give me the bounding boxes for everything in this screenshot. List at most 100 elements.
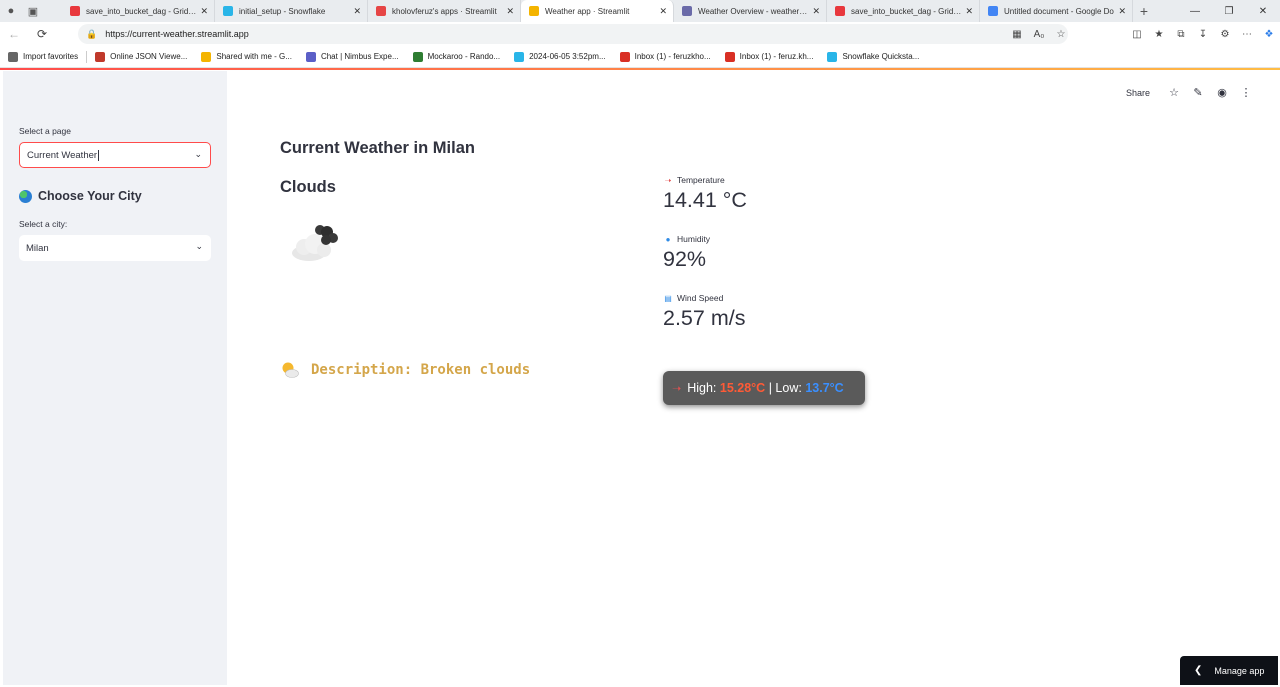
high-low-separator: |	[768, 381, 772, 395]
browser-tools: ◫ ★ ⧉ ↧ ⚙ ⋯ ❖	[1126, 22, 1280, 46]
split-screen-icon[interactable]: ◫	[1126, 22, 1148, 46]
manage-app-button[interactable]: ❮ Manage app	[1180, 656, 1278, 685]
close-tab-icon[interactable]: ✕	[659, 6, 667, 17]
bookmark-label: Inbox (1) - feruz.kh...	[739, 52, 814, 61]
low-value: 13.7°C	[805, 381, 844, 395]
reader-view-icon[interactable]: ▦	[1006, 22, 1028, 46]
close-tab-icon[interactable]: ✕	[506, 6, 514, 17]
app-sidebar: Select a page Current Weather ⌄ Choose Y…	[3, 71, 227, 685]
share-button[interactable]: Share	[1126, 88, 1150, 98]
page-select[interactable]: Current Weather ⌄	[19, 142, 211, 168]
browser-tab[interactable]: Weather Overview - weather_sc ✕	[674, 0, 827, 22]
snowflake-icon	[827, 51, 838, 62]
url-field[interactable]: 🔒 https://current-weather.streamlit.app	[78, 24, 1068, 44]
json-icon	[95, 51, 106, 62]
favorites-icon[interactable]: ★	[1148, 22, 1170, 46]
browser-tab[interactable]: save_into_bucket_dag - Grid - V ✕	[827, 0, 980, 22]
close-tab-icon[interactable]: ✕	[353, 6, 361, 17]
address-bar: ← ⟳ 🔒 https://current-weather.streamlit.…	[0, 22, 1280, 46]
high-value: 15.28°C	[719, 381, 766, 395]
browser-tab[interactable]: Untitled document - Google Do ✕	[980, 0, 1133, 22]
bookmark-item[interactable]: 2024-06-05 3:52pm...	[514, 51, 606, 62]
new-tab-icon[interactable]: +	[1133, 0, 1155, 22]
back-icon[interactable]: ←	[0, 22, 28, 46]
humidity-value: 92%	[663, 247, 707, 271]
text-cursor	[98, 149, 100, 161]
main-menu-icon[interactable]: ⋮	[1234, 86, 1258, 99]
description-text: Description: Broken clouds	[311, 362, 531, 378]
close-tab-icon[interactable]: ✕	[965, 6, 973, 17]
star-icon[interactable]: ☆	[1162, 86, 1186, 99]
browser-tab-bar: ● ▣ save_into_bucket_dag - Grid - A ✕ init…	[0, 0, 1280, 22]
chevron-down-icon[interactable]: ⌄	[194, 149, 202, 160]
wind-icon: ▤	[664, 293, 672, 303]
bookmark-label: Shared with me - G...	[216, 52, 292, 61]
downloads-icon[interactable]: ↧	[1192, 22, 1214, 46]
restore-icon[interactable]: ❐	[1212, 0, 1246, 22]
bookmark-item[interactable]: Snowflake Quicksta...	[827, 51, 919, 62]
browser-tab[interactable]: save_into_bucket_dag - Grid - A ✕	[62, 0, 215, 22]
edit-icon[interactable]: ✎	[1186, 86, 1210, 99]
minimize-icon[interactable]: —	[1178, 0, 1212, 22]
refresh-icon[interactable]: ⟳	[28, 22, 56, 46]
window-controls: — ❐ ✕	[1178, 0, 1280, 22]
bookmark-label: Mockaroo - Rando...	[427, 52, 501, 61]
bookmark-separator	[86, 50, 88, 63]
weather-condition: Clouds	[280, 178, 336, 196]
bookmark-item[interactable]: Mockaroo - Rando...	[412, 51, 501, 62]
wind-value: 2.57 m/s	[663, 306, 746, 330]
bookmark-label: Inbox (1) - feruzkho...	[634, 52, 711, 61]
read-aloud-icon[interactable]: A₀	[1028, 22, 1050, 46]
wind-label: Wind Speed	[677, 293, 724, 303]
city-select-label: Select a city:	[19, 219, 68, 229]
bookmark-item[interactable]: Inbox (1) - feruzkho...	[619, 51, 711, 62]
gmail-icon	[724, 51, 735, 62]
close-tab-icon[interactable]: ✕	[812, 6, 820, 17]
app-main: Share ☆ ✎ ◉ ⋮ Current Weather in Milan C…	[227, 71, 1280, 685]
tab-title: save_into_bucket_dag - Grid - V	[851, 6, 962, 16]
favorite-star-icon[interactable]: ☆	[1050, 22, 1072, 46]
import-icon	[8, 51, 18, 62]
bookmark-item[interactable]: Chat | Nimbus Expe...	[305, 51, 399, 62]
github-icon[interactable]: ◉	[1210, 86, 1234, 99]
more-menu-icon[interactable]: ⋯	[1236, 22, 1258, 46]
close-tab-icon[interactable]: ✕	[200, 6, 208, 17]
globe-icon	[19, 189, 32, 203]
browser-tab[interactable]: Weather app · Streamlit ✕	[521, 0, 674, 22]
chevron-down-icon[interactable]: ⌄	[195, 241, 203, 252]
wind-metric: ▤ Wind Speed 2.57 m/s	[663, 293, 745, 331]
low-label: Low:	[775, 381, 802, 395]
bookmark-item[interactable]: Inbox (1) - feruz.kh...	[724, 51, 814, 62]
browser-tab[interactable]: kholovferuz's apps · Streamlit ✕	[368, 0, 521, 22]
lock-icon: 🔒	[86, 28, 98, 39]
bookmark-label: Chat | Nimbus Expe...	[320, 52, 399, 61]
tab-actions-icon[interactable]: ▣	[22, 0, 44, 22]
profile-icon[interactable]: ●	[0, 0, 22, 22]
sun-behind-cloud-icon	[282, 362, 299, 378]
chevron-left-icon: ❮	[1194, 665, 1203, 676]
extensions-icon[interactable]: ⚙	[1214, 22, 1236, 46]
high-label: High:	[687, 381, 717, 395]
close-tab-icon[interactable]: ✕	[1118, 6, 1126, 17]
browser-tab[interactable]: initial_setup - Snowflake ✕	[215, 0, 368, 22]
page-select-value: Current Weather	[27, 149, 98, 161]
mockaroo-icon	[412, 51, 423, 62]
bookmark-item[interactable]: Shared with me - G...	[201, 51, 292, 62]
page-select-label: Select a page	[19, 126, 71, 136]
docs-icon	[988, 6, 998, 16]
thermometer-icon: ➝	[664, 175, 672, 185]
city-select[interactable]: Milan ⌄	[19, 235, 211, 261]
drive-icon	[201, 51, 212, 62]
copilot-icon[interactable]: ❖	[1258, 22, 1280, 46]
collections-icon[interactable]: ⧉	[1170, 22, 1192, 46]
bookmark-item[interactable]: Import favorites	[8, 51, 78, 62]
bookmark-item[interactable]: Online JSON Viewe...	[95, 51, 187, 62]
choose-city-heading: Choose Your City	[19, 189, 142, 203]
gmail-icon	[619, 51, 630, 62]
manage-app-label: Manage app	[1214, 665, 1265, 676]
tab-title: Weather Overview - weather_sc	[698, 6, 809, 16]
snowflake-icon	[223, 6, 233, 16]
close-window-icon[interactable]: ✕	[1246, 0, 1280, 22]
teams-icon	[305, 51, 316, 62]
thermometer-icon: ➝	[672, 382, 682, 395]
